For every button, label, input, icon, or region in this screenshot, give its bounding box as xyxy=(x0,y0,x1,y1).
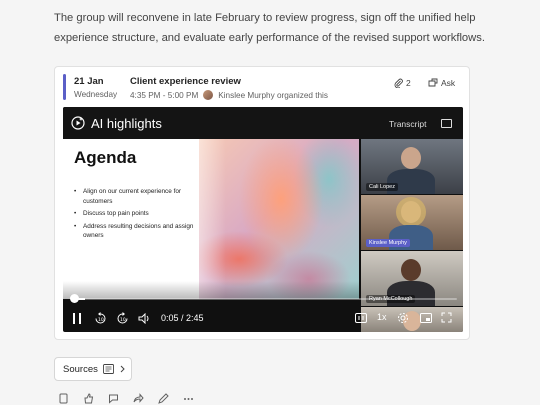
scrub-handle[interactable] xyxy=(70,294,79,303)
settings-gear-icon[interactable] xyxy=(397,312,409,324)
organizer-avatar xyxy=(203,90,214,100)
share-icon[interactable] xyxy=(133,393,144,404)
message-actions xyxy=(58,393,194,404)
attachments-button[interactable]: 2 xyxy=(390,75,415,91)
video-player[interactable]: AI highlights Transcript Agenda Align on… xyxy=(63,107,463,332)
chevron-right-icon xyxy=(120,365,125,373)
participant-face xyxy=(401,147,421,169)
meeting-recap-card: 21 Jan Wednesday Client experience revie… xyxy=(54,66,470,340)
event-details: 4:35 PM - 5:00 PM Kinslee Murphy organiz… xyxy=(130,90,328,100)
edit-icon[interactable] xyxy=(158,393,169,404)
playback-speed[interactable]: 1x xyxy=(377,312,387,322)
event-weekday: Wednesday xyxy=(74,90,118,99)
captions-icon[interactable] xyxy=(355,313,367,323)
picture-in-picture-icon[interactable] xyxy=(420,313,432,323)
event-accent-bar xyxy=(63,74,66,100)
slide-bullet: Align on our current experience for cust… xyxy=(74,187,194,206)
event-time: 4:35 PM - 5:00 PM xyxy=(130,90,199,100)
video-header: AI highlights Transcript xyxy=(63,107,463,139)
slide-title: Agenda xyxy=(74,148,137,167)
slide-bullets: Align on our current experience for cust… xyxy=(74,187,194,244)
ask-label: Ask xyxy=(441,78,456,88)
more-options-icon[interactable] xyxy=(183,393,194,404)
ask-icon xyxy=(428,78,438,87)
copy-icon[interactable] xyxy=(58,393,69,404)
sources-button[interactable]: Sources xyxy=(54,357,132,381)
event-title[interactable]: Client experience review xyxy=(130,76,241,87)
participant-face xyxy=(401,259,421,281)
player-controls: 10 10 0:05 / 2:45 1x xyxy=(63,305,463,332)
participant-tile-active: Kinslee Murphy xyxy=(361,195,463,250)
svg-text:10: 10 xyxy=(98,317,104,323)
ask-button[interactable]: Ask xyxy=(423,75,459,91)
participant-hair xyxy=(396,197,426,227)
participant-name: Kinslee Murphy xyxy=(366,239,410,247)
participant-tiles: Cali Lopez Kinslee Murphy Ryan McColloug… xyxy=(361,139,463,332)
slide-bullet: Address resulting decisions and assign o… xyxy=(74,222,194,241)
fullscreen-icon[interactable] xyxy=(441,312,452,323)
sources-label: Sources xyxy=(63,363,98,375)
thumbs-up-icon[interactable] xyxy=(83,393,94,404)
summary-paragraph: The group will reconvene in late Februar… xyxy=(54,12,485,44)
presentation-slide: Agenda Align on our current experience f… xyxy=(63,139,359,299)
forward-10-icon[interactable]: 10 xyxy=(116,312,129,325)
ai-highlights-icon xyxy=(71,116,85,130)
paperclip-icon xyxy=(394,78,403,88)
pause-icon[interactable] xyxy=(72,313,82,324)
document-list-icon xyxy=(102,364,114,374)
transcript-icon[interactable] xyxy=(441,119,452,128)
progress-track[interactable] xyxy=(73,298,457,300)
video-shade xyxy=(63,281,359,299)
rewind-10-icon[interactable]: 10 xyxy=(94,312,107,325)
chat-bubble-icon[interactable] xyxy=(108,393,119,404)
playback-time: 0:05 / 2:45 xyxy=(161,313,204,323)
participant-tile: Cali Lopez xyxy=(361,139,463,194)
attachments-count: 2 xyxy=(406,78,411,88)
svg-text:10: 10 xyxy=(120,317,126,323)
volume-icon[interactable] xyxy=(138,313,151,324)
event-date: 21 Jan xyxy=(74,76,104,87)
event-organizer: Kinslee Murphy organized this xyxy=(218,90,328,100)
participant-name: Cali Lopez xyxy=(366,183,398,191)
transcript-button[interactable]: Transcript xyxy=(389,119,426,129)
ai-highlights-title: AI highlights xyxy=(91,116,162,131)
slide-bullet: Discuss top pain points xyxy=(74,209,194,219)
